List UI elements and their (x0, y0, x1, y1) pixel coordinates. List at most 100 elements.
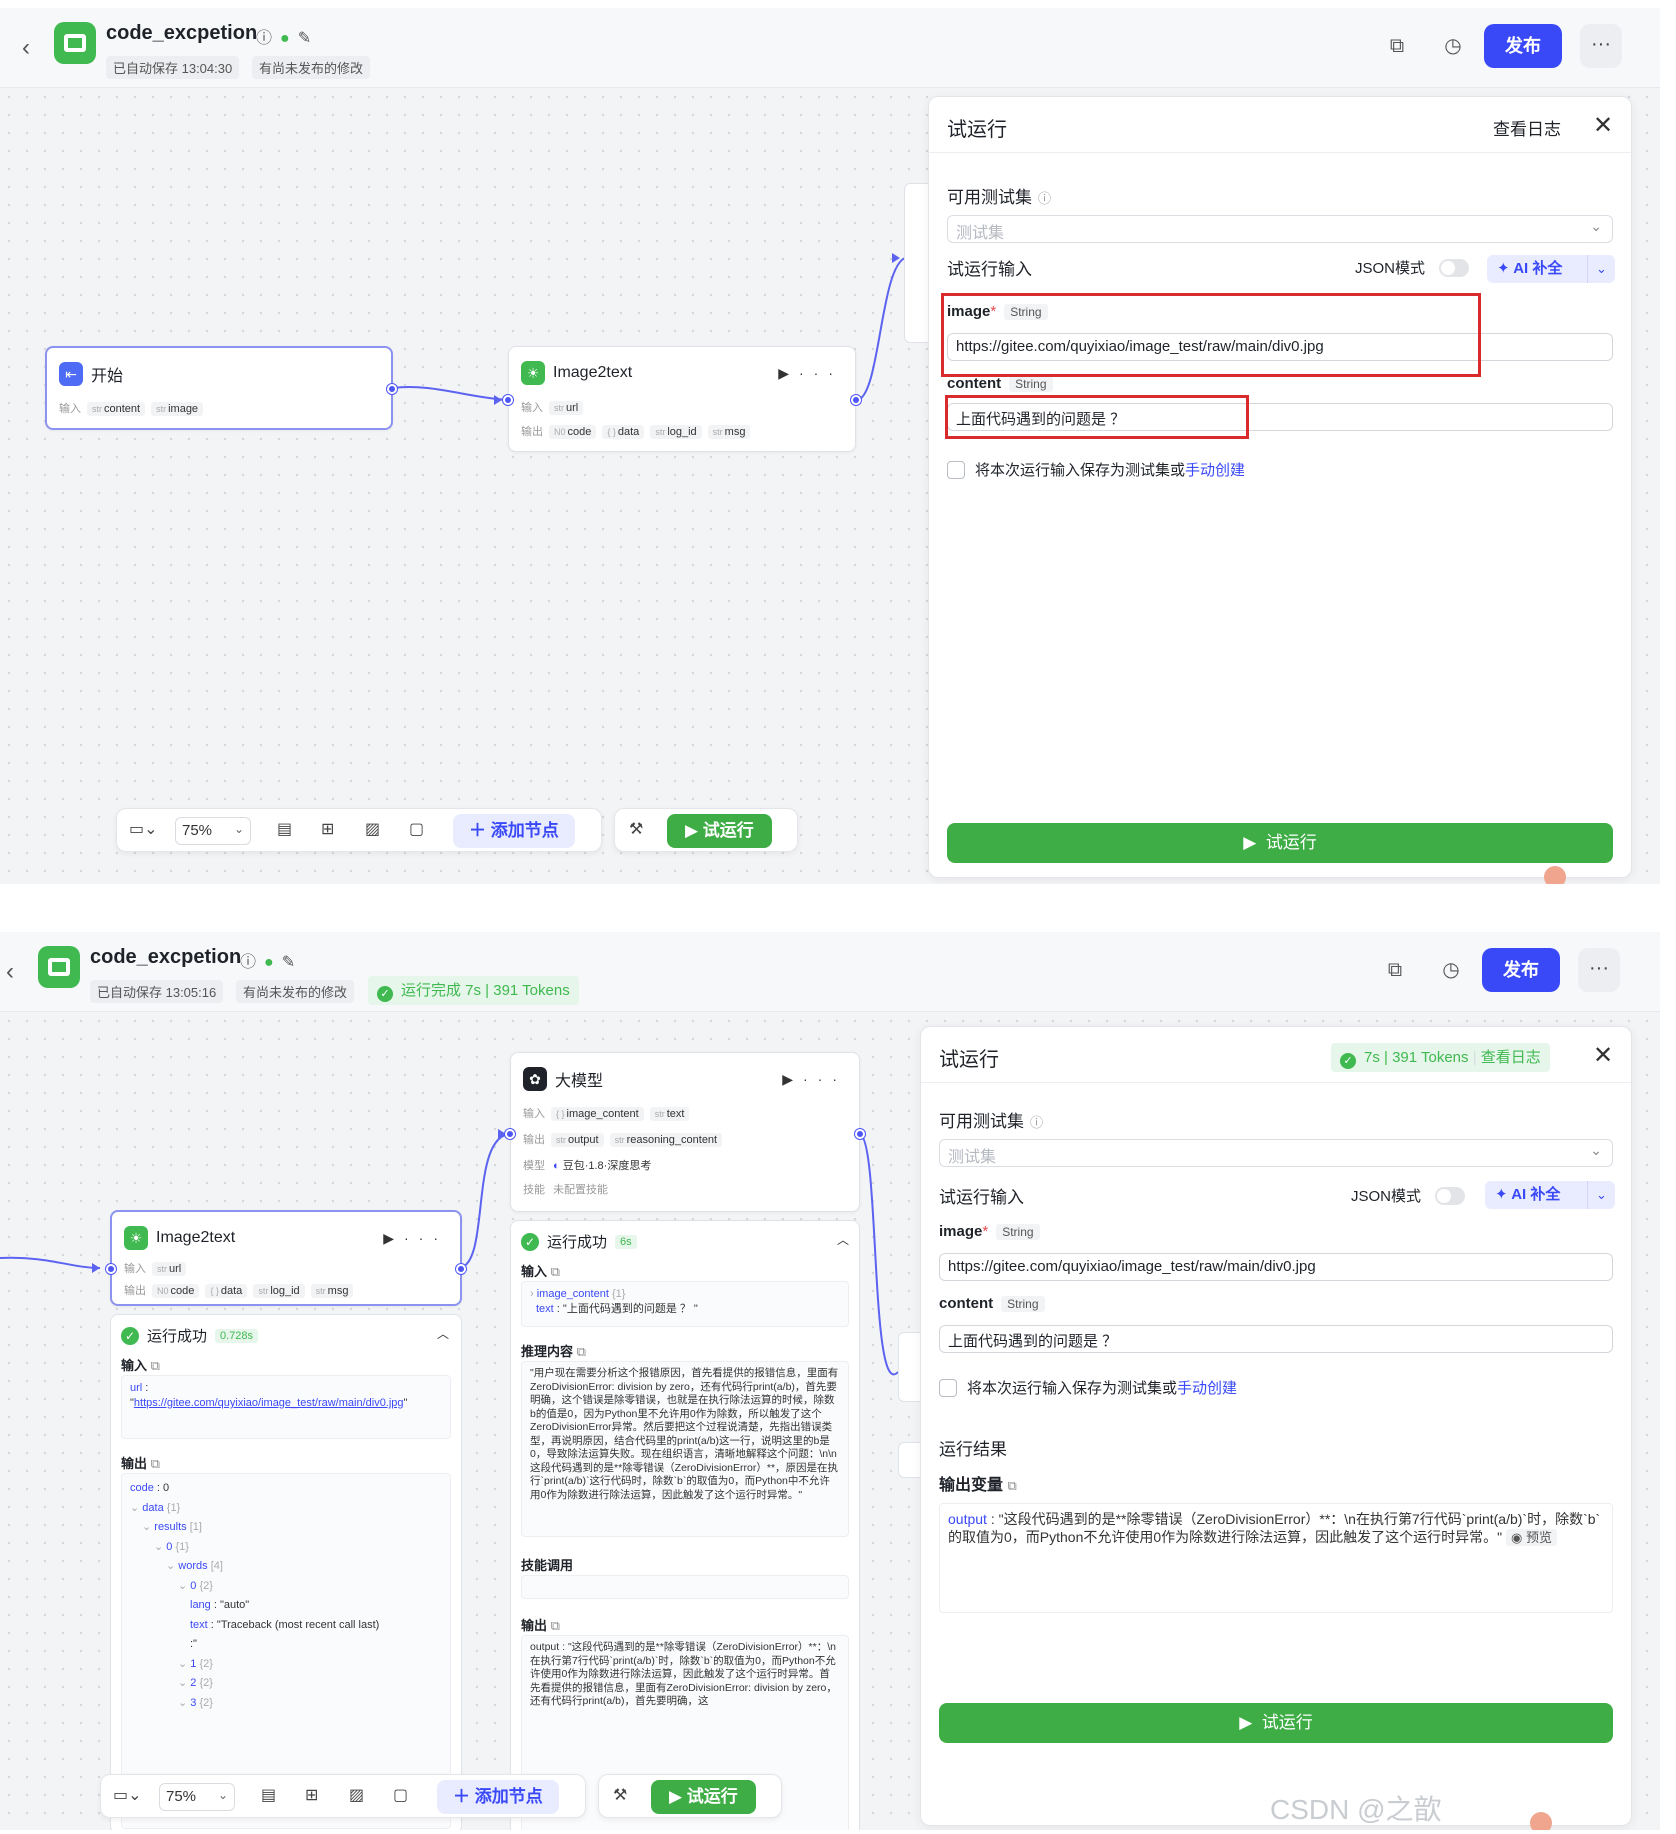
tree-row[interactable]: ⌄ 1 {2} (130, 1655, 442, 1675)
wrench-icon[interactable]: ⚒ (629, 819, 643, 839)
tree-row: › image_content {1} (530, 1288, 626, 1300)
close-icon[interactable]: ✕ (1593, 1041, 1613, 1070)
panel-run-button[interactable]: ▶ 试运行 (947, 823, 1613, 863)
save-testset-checkbox[interactable]: 将本次运行输入保存为测试集或手动创建 (947, 459, 1245, 480)
copy-icon[interactable]: ⧉ (151, 1358, 160, 1373)
node-model-row: 模型 ◐ 豆包·1.8·深度思考 (523, 1160, 652, 1172)
tree-row[interactable]: ⌄ results [1] (130, 1518, 442, 1538)
image-input[interactable]: https://gitee.com/quyixiao/image_test/ra… (939, 1253, 1613, 1281)
view-log-link[interactable]: 查看日志 (1493, 115, 1561, 140)
comment-icon[interactable]: ▤ (277, 819, 292, 839)
publish-button[interactable]: 发布 (1482, 948, 1560, 992)
comment-icon[interactable]: ▤ (261, 1785, 276, 1805)
node-outputs-row: 输出 N0 code{ } data str log_id str msg (124, 1282, 354, 1298)
back-icon[interactable]: ‹ (6, 958, 14, 986)
back-icon[interactable]: ‹ (22, 34, 30, 62)
minimap-icon[interactable]: ▭⌄ (129, 819, 158, 839)
history-icon[interactable]: ◷ (1438, 31, 1468, 61)
panel-title: 试运行 (947, 119, 1007, 141)
add-node-button[interactable]: ＋ 添加节点 (453, 814, 575, 848)
more-button[interactable]: ··· (1580, 24, 1622, 68)
ai-fill-button[interactable]: ✦ AI 补全 ⌄ (1485, 1181, 1615, 1209)
input-port[interactable] (505, 1129, 515, 1139)
llm-node[interactable]: ✿ 大模型 ▶··· 输入{ } image_content str text 输出 str… (505, 1052, 865, 1212)
image2text-node[interactable]: ☀ Image2text ▶··· 输入 str url 输出 N0 code{ } data… (106, 1210, 466, 1306)
image-icon[interactable]: ▨ (365, 819, 380, 839)
edit-icon[interactable]: ✎ (282, 954, 303, 971)
copy-icon[interactable]: ⧉ (551, 1264, 560, 1279)
image-icon[interactable]: ▨ (349, 1785, 364, 1805)
check-icon: ✓ (1340, 1053, 1356, 1069)
content-input[interactable]: 上面代码遇到的问题是 ？ (939, 1325, 1613, 1353)
test-run-button[interactable]: ▶ 试运行 (651, 1780, 756, 1814)
unpublished-badge: 有尚未发布的修改 (252, 56, 371, 79)
play-icon[interactable]: ▶ (778, 365, 799, 381)
copy-icon[interactable]: ⧉ (1007, 1478, 1016, 1493)
testset-select[interactable]: 测试集 ⌄ (939, 1139, 1613, 1167)
save-testset-checkbox[interactable]: 将本次运行输入保存为测试集或手动创建 (939, 1377, 1237, 1398)
edit-icon[interactable]: ✎ (298, 30, 319, 47)
frame-icon[interactable]: ▢ (393, 1785, 408, 1805)
preview-button[interactable]: ◉ 预览 (1506, 1529, 1558, 1546)
output-port[interactable] (387, 384, 397, 394)
tree-row[interactable]: ⌄ words [4] (130, 1557, 442, 1577)
play-icon[interactable]: ▶ (383, 1230, 404, 1246)
testset-select[interactable]: 测试集 ⌄ (947, 215, 1613, 243)
input-port[interactable] (503, 395, 513, 405)
copy-icon[interactable]: ⧉ (551, 1618, 560, 1633)
json-mode-toggle[interactable] (1439, 259, 1469, 277)
publish-button[interactable]: 发布 (1484, 24, 1562, 68)
copy-icon[interactable]: ⧉ (1380, 955, 1410, 985)
start-node[interactable]: ⇤ 开始 输入 str content str image (45, 346, 397, 430)
collapse-icon[interactable]: ︿ (437, 1325, 449, 1342)
close-icon[interactable]: ✕ (1593, 111, 1613, 140)
chevron-down-icon[interactable]: ⌄ (1587, 1181, 1615, 1209)
result-input-box: url : "https://gitee.com/quyixiao/image_… (121, 1375, 451, 1439)
output-port[interactable] (855, 1129, 865, 1139)
collapse-icon[interactable]: ︿ (837, 1231, 849, 1248)
zoom-select[interactable]: 75% ⌄ (175, 817, 251, 845)
tree-row[interactable]: ⌄ 0 {2} (130, 1577, 442, 1597)
manual-create-link[interactable]: 手动创建 (1185, 462, 1245, 479)
tree-row[interactable]: ⌄ 2 {2} (130, 1674, 442, 1694)
view-log-link[interactable]: 查看日志 (1481, 1049, 1541, 1066)
wrench-icon[interactable]: ⚒ (613, 1785, 627, 1805)
tree-row[interactable]: ⌄ 3 {2} (130, 1694, 442, 1714)
output-var-label: 输出变量 ⧉ (939, 1477, 1017, 1494)
more-icon[interactable]: ··· (799, 365, 843, 381)
layout-icon[interactable]: ⊞ (321, 819, 334, 839)
zoom-select[interactable]: 75% ⌄ (159, 1783, 235, 1811)
output-port[interactable] (456, 1264, 466, 1274)
tree-row[interactable]: ⌄ 0 {1} (130, 1538, 442, 1558)
copy-icon[interactable]: ⧉ (577, 1344, 586, 1359)
json-mode-label: JSON模式 (1355, 260, 1426, 277)
test-run-button[interactable]: ▶ 试运行 (667, 814, 772, 848)
manual-create-link[interactable]: 手动创建 (1177, 1380, 1237, 1397)
more-icon[interactable]: ··· (404, 1230, 448, 1246)
minimap-icon[interactable]: ▭⌄ (113, 1785, 142, 1805)
param-tag: str image (151, 402, 204, 416)
json-mode-toggle[interactable] (1435, 1187, 1465, 1205)
image2text-node[interactable]: ☀ Image2text ▶··· 输入 str url 输出 N0 code{ } data… (503, 346, 861, 452)
history-icon[interactable]: ◷ (1436, 955, 1466, 985)
more-button[interactable]: ··· (1578, 948, 1620, 992)
param-tag: str content (87, 402, 146, 416)
frame-icon[interactable]: ▢ (409, 819, 424, 839)
tree-row[interactable]: ⌄ data {1} (130, 1499, 442, 1519)
param-tag: str msg (310, 1284, 354, 1298)
layout-icon[interactable]: ⊞ (305, 1785, 318, 1805)
ai-fill-button[interactable]: ✦ AI 补全 ⌄ (1487, 255, 1615, 283)
panel-run-button[interactable]: ▶ 试运行 (939, 1703, 1613, 1743)
copy-icon[interactable]: ⧉ (1382, 31, 1412, 61)
info-icon: ⓘ (240, 954, 265, 971)
input-port[interactable] (106, 1264, 116, 1274)
play-icon[interactable]: ▶ (782, 1071, 803, 1087)
copy-icon[interactable]: ⧉ (151, 1456, 160, 1471)
output-port[interactable] (851, 395, 861, 405)
header-status-icons: ⓘ●✎ (256, 24, 319, 48)
add-node-button[interactable]: ＋ 添加节点 (437, 1780, 559, 1814)
highlight-box-content (945, 395, 1249, 439)
chevron-down-icon[interactable]: ⌄ (1587, 255, 1615, 283)
llm-result-card: ✓ 运行成功 6s ︿ 输入 ⧉ › image_content {1} text … (510, 1220, 860, 1830)
more-icon[interactable]: ··· (803, 1071, 847, 1087)
